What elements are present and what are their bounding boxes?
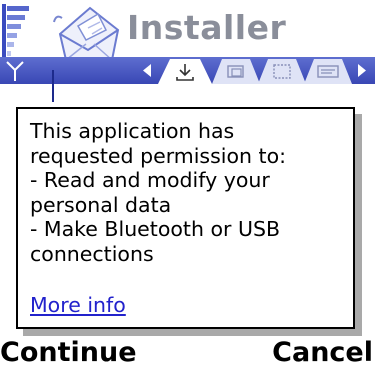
tab-install[interactable] [158,59,212,84]
antenna-icon [6,61,24,81]
arrow-right-icon[interactable] [355,62,369,79]
dialog-line: - Read and modify your [30,168,270,192]
dialog-line: requested permission to: [30,143,287,168]
app-header: Installer [0,0,375,102]
installer-envelope-icon [53,6,120,61]
tab-bar [0,57,375,84]
more-info-link[interactable]: More info [30,292,126,318]
header-divider [52,70,54,102]
dialog-line: connections [30,241,154,266]
dialog-message: This application has requested permissio… [30,119,348,266]
signal-strength-icon [2,4,29,62]
page-title: Installer [127,8,287,47]
continue-softkey[interactable]: Continue [0,335,137,371]
permission-dialog: This application has requested permissio… [16,107,355,329]
dialog-line: personal data [30,192,172,217]
dialog-line: - Make Bluetooth or USB [30,217,281,241]
dialog-line: This application has [30,119,235,143]
cancel-softkey[interactable]: Cancel [272,335,373,371]
tab-package-list[interactable] [304,59,352,84]
tab-package[interactable] [258,59,306,84]
tab-folder[interactable] [212,59,260,84]
arrow-left-icon[interactable] [140,62,154,79]
